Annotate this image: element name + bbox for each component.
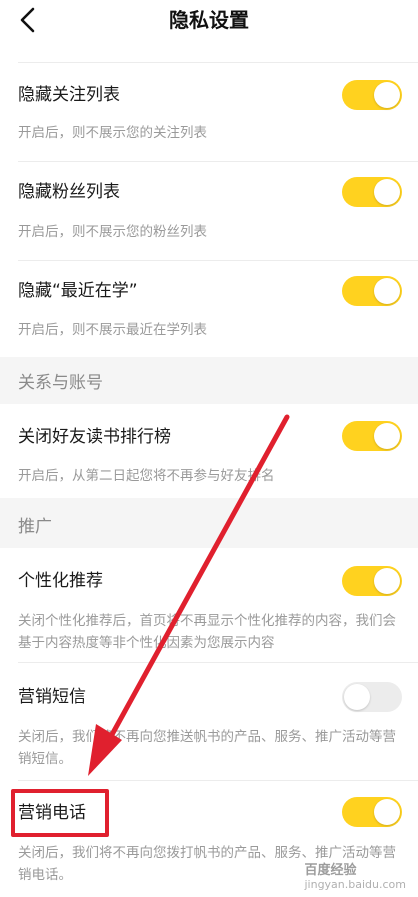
toggle-knob xyxy=(374,179,400,205)
toggle-hide-following[interactable] xyxy=(342,80,402,110)
toggle-knob xyxy=(374,423,400,449)
setting-label: 隐藏关注列表 xyxy=(18,85,120,105)
setting-row-marketing-sms: 营销短信 关闭后，我们将不再向您推送帆书的产品、服务、推广活动等营销短信。 xyxy=(0,663,418,780)
setting-row-personalized: 个性化推荐 关闭个性化推荐后，首页将不再显示个性化推荐的内容，我们会基于内容热度… xyxy=(0,548,418,662)
section-title: 关系与账号 xyxy=(18,373,103,393)
setting-desc: 关闭后，我们将不再向您推送帆书的产品、服务、推广活动等营销短信。 xyxy=(18,729,396,767)
setting-desc: 开启后，则不展示最近在学列表 xyxy=(18,322,207,338)
setting-row-hide-following: 隐藏关注列表 开启后，则不展示您的关注列表 xyxy=(0,63,418,161)
toggle-knob xyxy=(344,684,370,710)
setting-label: 关闭好友读书排行榜 xyxy=(18,427,171,447)
toggle-friend-ranking[interactable] xyxy=(342,421,402,451)
setting-label: 个性化推荐 xyxy=(18,571,103,591)
toggle-marketing-call[interactable] xyxy=(342,797,402,827)
setting-row-hide-recent: 隐藏“最近在学” 开启后，则不展示最近在学列表 xyxy=(0,261,418,357)
setting-desc: 开启后，从第二日起您将不再参与好友排名 xyxy=(18,468,275,484)
toggle-knob xyxy=(374,799,400,825)
setting-row-friend-ranking: 关闭好友读书排行榜 开启后，从第二日起您将不再参与好友排名 xyxy=(0,404,418,498)
setting-desc: 开启后，则不展示您的粉丝列表 xyxy=(18,224,207,240)
setting-label: 隐藏粉丝列表 xyxy=(18,182,120,202)
section-title: 推广 xyxy=(18,517,52,537)
toggle-marketing-sms[interactable] xyxy=(342,682,402,712)
toggle-knob xyxy=(374,568,400,594)
toggle-hide-recent[interactable] xyxy=(342,276,402,306)
watermark-title: 百度经验 xyxy=(304,863,357,878)
toggle-knob xyxy=(374,278,400,304)
toggle-hide-fans[interactable] xyxy=(342,177,402,207)
page-title: 隐私设置 xyxy=(169,8,249,32)
section-header-relations: 关系与账号 xyxy=(0,357,418,404)
watermark: 百度经验 jingyan.baidu.com xyxy=(304,864,406,892)
section-header-promotion: 推广 xyxy=(0,498,418,548)
setting-desc: 开启后，则不展示您的关注列表 xyxy=(18,125,207,141)
annotation-highlight-box xyxy=(11,789,109,837)
setting-row-hide-fans: 隐藏粉丝列表 开启后，则不展示您的粉丝列表 xyxy=(0,162,418,260)
setting-label: 营销短信 xyxy=(18,687,86,707)
setting-label: 隐藏“最近在学” xyxy=(18,281,138,301)
watermark-url: jingyan.baidu.com xyxy=(304,878,406,891)
setting-desc: 关闭个性化推荐后，首页将不再显示个性化推荐的内容，我们会基于内容热度等非个性化因… xyxy=(18,613,396,651)
nav-bar: 隐私设置 xyxy=(0,0,418,40)
toggle-knob xyxy=(374,82,400,108)
toggle-personalized[interactable] xyxy=(342,566,402,596)
